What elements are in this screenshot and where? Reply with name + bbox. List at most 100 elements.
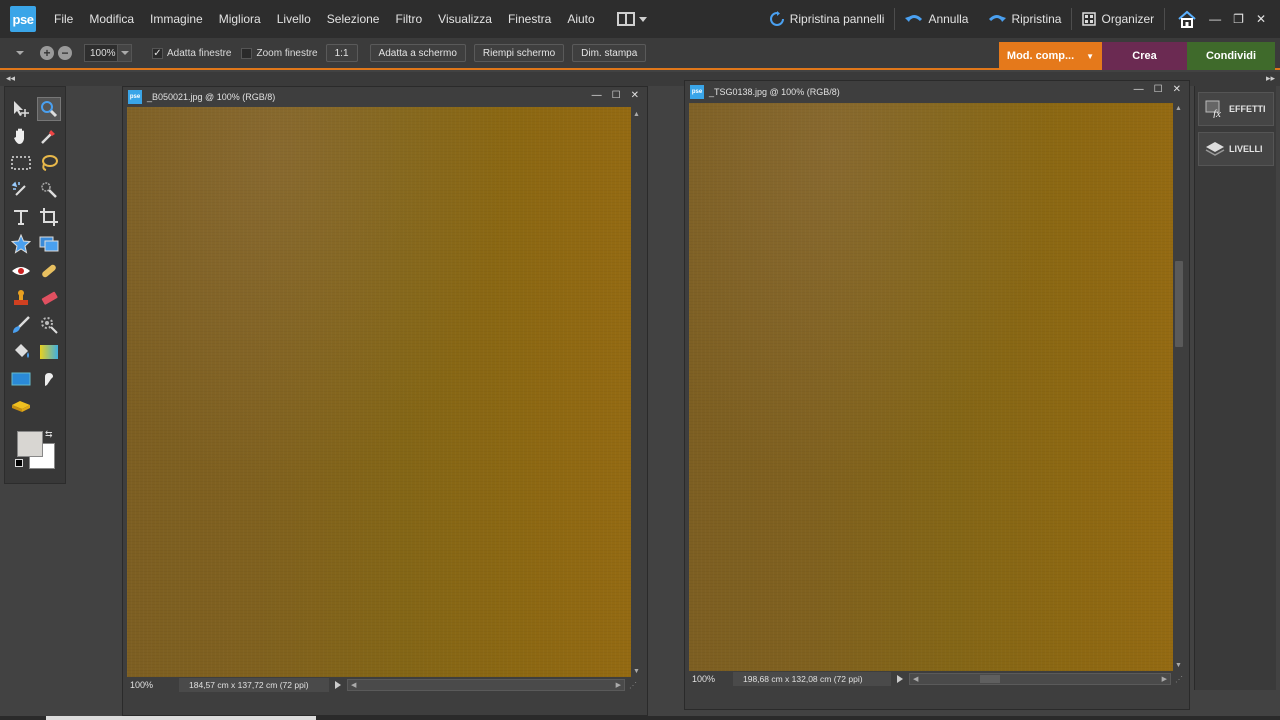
zoom-out-button[interactable]: − — [58, 46, 72, 60]
scroll-down-icon[interactable]: ▼ — [1175, 662, 1182, 669]
minimize-icon[interactable]: — — [1134, 84, 1144, 95]
spot-healing-tool[interactable] — [37, 259, 61, 283]
move-tool[interactable] — [9, 97, 33, 121]
menu-aiuto[interactable]: Aiuto — [559, 0, 602, 38]
eyedropper-tool[interactable] — [37, 124, 61, 148]
menu-modifica[interactable]: Modifica — [81, 0, 142, 38]
fit-windows-checkbox[interactable]: ✓ Adatta finestre — [152, 47, 231, 59]
horizontal-scrollbar[interactable]: ◀ ▶ — [347, 679, 625, 691]
menu-livello[interactable]: Livello — [269, 0, 319, 38]
minimize-icon[interactable]: — — [1209, 12, 1221, 26]
menu-file[interactable]: File — [46, 0, 81, 38]
recompose-tool[interactable] — [37, 232, 61, 256]
redo-button[interactable]: Ripristina — [978, 12, 1071, 26]
gradient-tool[interactable] — [37, 340, 61, 364]
menu-migliora[interactable]: Migliora — [211, 0, 269, 38]
close-icon[interactable]: ✕ — [1256, 12, 1266, 26]
horizontal-scrollbar[interactable]: ◀ ▶ — [909, 673, 1171, 685]
document-titlebar[interactable]: pse _TSG0138.jpg @ 100% (RGB/8) — ☐ ✕ — [685, 81, 1189, 103]
undo-button[interactable]: Annulla — [895, 12, 978, 26]
minimize-icon[interactable]: — — [592, 90, 602, 101]
scroll-right-icon[interactable]: ▶ — [616, 681, 621, 689]
smudge-tool[interactable] — [37, 367, 61, 391]
resize-grip-icon[interactable]: ⋰ — [1175, 675, 1183, 684]
resize-grip-icon[interactable]: ⋰ — [629, 681, 637, 690]
status-menu-icon[interactable] — [897, 675, 903, 683]
image-canvas[interactable] — [689, 103, 1173, 671]
tab-edit-mode[interactable]: Mod. comp... ▼ — [999, 42, 1102, 70]
rectangular-marquee-tool[interactable] — [9, 151, 33, 175]
redo-icon — [989, 15, 1007, 22]
scroll-down-icon[interactable]: ▼ — [633, 668, 640, 675]
options-menu-icon[interactable] — [16, 51, 24, 55]
brush-tool[interactable] — [9, 313, 33, 337]
cookie-cutter-tool[interactable] — [9, 232, 33, 256]
zoom-windows-checkbox[interactable]: Zoom finestre — [241, 47, 318, 59]
document-titlebar[interactable]: pse _B050021.jpg @ 100% (RGB/8) — ☐ ✕ — [123, 87, 647, 107]
status-menu-icon[interactable] — [335, 681, 341, 689]
scrollbar-thumb[interactable] — [980, 675, 1000, 683]
zoom-input[interactable]: 100% — [84, 44, 132, 62]
collapse-panels-icon[interactable]: ▸▸ — [1266, 73, 1275, 84]
reset-panels-button[interactable]: Ripristina pannelli — [759, 11, 895, 27]
default-colors-icon[interactable] — [15, 459, 23, 467]
checkbox-unchecked-icon — [241, 47, 253, 59]
scrollbar-thumb[interactable] — [1175, 261, 1183, 347]
document-window-1[interactable]: pse _B050021.jpg @ 100% (RGB/8) — ☐ ✕ ▲ … — [122, 86, 648, 716]
restore-icon[interactable]: ❐ — [1233, 12, 1244, 26]
scroll-right-icon[interactable]: ▶ — [1162, 675, 1167, 683]
image-canvas[interactable] — [127, 107, 631, 677]
document-window-2[interactable]: pse _TSG0138.jpg @ 100% (RGB/8) — ☐ ✕ ▲ … — [684, 80, 1190, 710]
scroll-left-icon[interactable]: ◀ — [913, 675, 918, 683]
type-tool[interactable] — [9, 205, 33, 229]
red-eye-tool[interactable] — [9, 259, 33, 283]
print-size-button[interactable]: Dim. stampa — [572, 44, 647, 62]
menu-immagine[interactable]: Immagine — [142, 0, 211, 38]
arrange-documents-button[interactable] — [616, 12, 647, 26]
fill-screen-button[interactable]: Riempi schermo — [473, 44, 565, 62]
crop-tool[interactable] — [37, 205, 61, 229]
clone-stamp-tool[interactable] — [9, 286, 33, 310]
scroll-up-icon[interactable]: ▲ — [633, 111, 640, 118]
paint-bucket-tool[interactable] — [9, 340, 33, 364]
smart-brush-tool[interactable] — [37, 313, 61, 337]
document-window-controls: — ☐ ✕ — [592, 90, 639, 101]
maximize-icon[interactable]: ☐ — [612, 90, 621, 101]
layout-icon — [616, 12, 635, 26]
quick-selection-tool[interactable] — [37, 178, 61, 202]
scroll-up-icon[interactable]: ▲ — [1175, 105, 1182, 112]
home-button[interactable] — [1175, 7, 1199, 31]
eyedropper-icon — [41, 130, 55, 144]
vertical-scrollbar[interactable]: ▲ ▼ — [631, 107, 643, 677]
zoom-in-button[interactable]: + — [40, 46, 54, 60]
swap-colors-icon[interactable]: ⇆ — [45, 429, 53, 440]
foreground-color-swatch[interactable] — [17, 431, 43, 457]
organizer-button[interactable]: Organizer — [1072, 12, 1164, 26]
lasso-tool[interactable] — [37, 151, 61, 175]
window-controls: — ❐ ✕ — [1209, 12, 1280, 26]
maximize-icon[interactable]: ☐ — [1154, 84, 1163, 95]
menu-finestra[interactable]: Finestra — [500, 0, 559, 38]
hand-tool[interactable] — [9, 124, 33, 148]
close-icon[interactable]: ✕ — [631, 90, 639, 101]
shape-tool[interactable] — [9, 367, 33, 391]
sponge-tool[interactable] — [9, 394, 33, 418]
magic-wand-tool[interactable] — [9, 178, 33, 202]
layers-panel-button[interactable]: LIVELLI — [1198, 132, 1274, 166]
menu-selezione[interactable]: Selezione — [319, 0, 388, 38]
collapse-toolbox-icon[interactable]: ◂◂ — [6, 73, 15, 84]
vertical-scrollbar[interactable]: ▲ ▼ — [1173, 103, 1185, 671]
tab-edit-label: Mod. comp... — [1006, 50, 1075, 62]
tab-create[interactable]: Crea — [1102, 42, 1187, 70]
fit-screen-button[interactable]: Adatta a schermo — [369, 44, 466, 62]
effects-panel-button[interactable]: fx EFFETTI — [1198, 92, 1274, 126]
menu-visualizza[interactable]: Visualizza — [430, 0, 500, 38]
close-icon[interactable]: ✕ — [1173, 84, 1181, 95]
scroll-left-icon[interactable]: ◀ — [351, 681, 356, 689]
chevron-down-icon[interactable] — [117, 45, 131, 61]
eraser-tool[interactable] — [37, 286, 61, 310]
one-to-one-button[interactable]: 1:1 — [325, 44, 358, 62]
zoom-tool[interactable] — [37, 97, 61, 121]
tab-share[interactable]: Condividi — [1187, 42, 1275, 70]
menu-filtro[interactable]: Filtro — [387, 0, 430, 38]
